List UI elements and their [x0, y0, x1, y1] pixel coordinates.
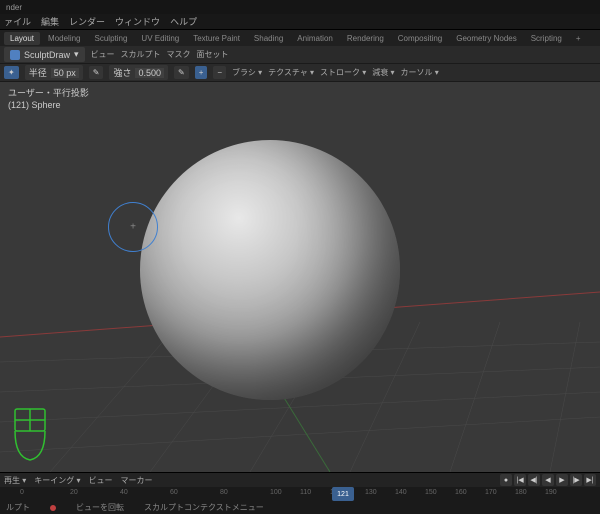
tick: 160 [455, 489, 467, 496]
viewmenu-mask[interactable]: マスク [167, 49, 191, 60]
app-title: nder [6, 3, 22, 12]
workspace-tabs: Layout Modeling Sculpting UV Editing Tex… [0, 30, 600, 46]
play-rev-button[interactable]: ◀ [542, 474, 554, 486]
menu-render[interactable]: レンダー [69, 15, 105, 28]
timeline-header: 再生 ▾ キーイング ▾ ビュー マーカー ● |◀ ◀| ◀ ▶ |▶ ▶| [0, 473, 600, 487]
tl-playback[interactable]: 再生 ▾ [4, 475, 26, 486]
brush-icon[interactable]: ✦ [4, 66, 19, 79]
timeline: 再生 ▾ キーイング ▾ ビュー マーカー ● |◀ ◀| ◀ ▶ |▶ ▶| … [0, 472, 600, 500]
tab-shading[interactable]: Shading [248, 32, 289, 45]
direction-add-button[interactable]: + [195, 66, 208, 79]
tab-layout[interactable]: Layout [4, 32, 40, 45]
status-dot-icon [50, 505, 56, 511]
play-button[interactable]: ▶ [556, 474, 568, 486]
menubar: ァイル 編集 レンダー ウィンドウ ヘルプ [0, 14, 600, 30]
chevron-down-icon: ▾ [74, 49, 79, 60]
falloff-dropdown[interactable]: 減衰 ▾ [372, 67, 394, 78]
tick: 60 [170, 489, 178, 496]
playhead[interactable]: 121 [332, 487, 354, 501]
mouse-hint-icon [10, 407, 50, 462]
menu-edit[interactable]: 編集 [41, 15, 59, 28]
tick: 0 [20, 489, 24, 496]
menu-window[interactable]: ウィンドウ [115, 15, 160, 28]
tab-rendering[interactable]: Rendering [341, 32, 390, 45]
tab-sculpting[interactable]: Sculpting [89, 32, 134, 45]
radius-pressure-toggle[interactable]: ✎ [89, 66, 104, 79]
menu-help[interactable]: ヘルプ [170, 15, 197, 28]
texture-dropdown[interactable]: テクスチャ ▾ [268, 67, 314, 78]
tick: 140 [395, 489, 407, 496]
brush-cursor [108, 202, 158, 252]
autokey-toggle[interactable]: ● [500, 474, 512, 486]
status-action: ビューを回転 [76, 502, 124, 513]
stroke-dropdown[interactable]: ストローク ▾ [320, 67, 366, 78]
jump-start-button[interactable]: |◀ [514, 474, 526, 486]
menu-file[interactable]: ァイル [4, 15, 31, 28]
radius-label: 半径 [29, 66, 47, 79]
viewmenu-sculpt[interactable]: スカルプト [121, 49, 161, 60]
strength-field[interactable]: 強さ 0.500 [109, 65, 168, 80]
tab-geonodes[interactable]: Geometry Nodes [450, 32, 522, 45]
tick: 150 [425, 489, 437, 496]
overlay-object: (121) Sphere [8, 100, 89, 112]
titlebar: nder [0, 0, 600, 14]
tick: 40 [120, 489, 128, 496]
tick: 130 [365, 489, 377, 496]
strength-value[interactable]: 0.500 [135, 68, 164, 78]
radius-field[interactable]: 半径 50 px [25, 65, 83, 80]
direction-sub-button[interactable]: − [213, 66, 226, 79]
tick: 100 [270, 489, 282, 496]
sphere-object[interactable] [140, 140, 400, 400]
viewmenu-faceset[interactable]: 面セット [197, 49, 229, 60]
playback-controls: ● |◀ ◀| ◀ ▶ |▶ ▶| [500, 474, 596, 486]
radius-value[interactable]: 50 px [51, 68, 79, 78]
statusbar: ルプト ビューを回転 スカルプトコンテクストメニュー [0, 500, 600, 514]
tick: 110 [300, 489, 311, 496]
overlay-projection: ユーザー・平行投影 [8, 88, 89, 100]
strength-label: 強さ [113, 66, 131, 79]
jump-end-button[interactable]: ▶| [584, 474, 596, 486]
tl-keying[interactable]: キーイング ▾ [34, 475, 80, 486]
tick: 190 [545, 489, 557, 496]
tab-add[interactable]: + [570, 32, 587, 45]
sculpt-mode-icon [10, 50, 20, 60]
mode-dropdown[interactable]: SculptDraw ▾ [4, 47, 85, 62]
header-toolbar: SculptDraw ▾ ビュー スカルプト マスク 面セット [0, 46, 600, 64]
tab-modeling[interactable]: Modeling [42, 32, 86, 45]
next-key-button[interactable]: |▶ [570, 474, 582, 486]
status-context: スカルプトコンテクストメニュー [144, 502, 264, 513]
brush-dropdown[interactable]: ブラシ ▾ [232, 67, 262, 78]
prev-key-button[interactable]: ◀| [528, 474, 540, 486]
tab-animation[interactable]: Animation [291, 32, 339, 45]
tick: 170 [485, 489, 497, 496]
tab-scripting[interactable]: Scripting [525, 32, 568, 45]
overlay-info: ユーザー・平行投影 (121) Sphere [8, 88, 89, 111]
mode-label: SculptDraw [24, 50, 70, 60]
viewport-3d[interactable]: ユーザー・平行投影 (121) Sphere [0, 82, 600, 472]
tl-view[interactable]: ビュー [89, 475, 113, 486]
tab-uv[interactable]: UV Editing [135, 32, 185, 45]
cursor-dropdown[interactable]: カーソル ▾ [401, 67, 439, 78]
tl-marker[interactable]: マーカー [121, 475, 153, 486]
tick: 180 [515, 489, 527, 496]
tab-texture[interactable]: Texture Paint [187, 32, 246, 45]
timeline-ruler[interactable]: 0 20 40 60 80 100 110 120 130 140 150 16… [0, 487, 600, 501]
status-mode: ルプト [6, 502, 30, 513]
tick: 20 [70, 489, 78, 496]
tick: 80 [220, 489, 228, 496]
viewmenu-view[interactable]: ビュー [91, 49, 115, 60]
brush-toolbar: ✦ 半径 50 px ✎ 強さ 0.500 ✎ + − ブラシ ▾ テクスチャ … [0, 64, 600, 82]
tab-compositing[interactable]: Compositing [392, 32, 448, 45]
strength-pressure-toggle[interactable]: ✎ [174, 66, 189, 79]
